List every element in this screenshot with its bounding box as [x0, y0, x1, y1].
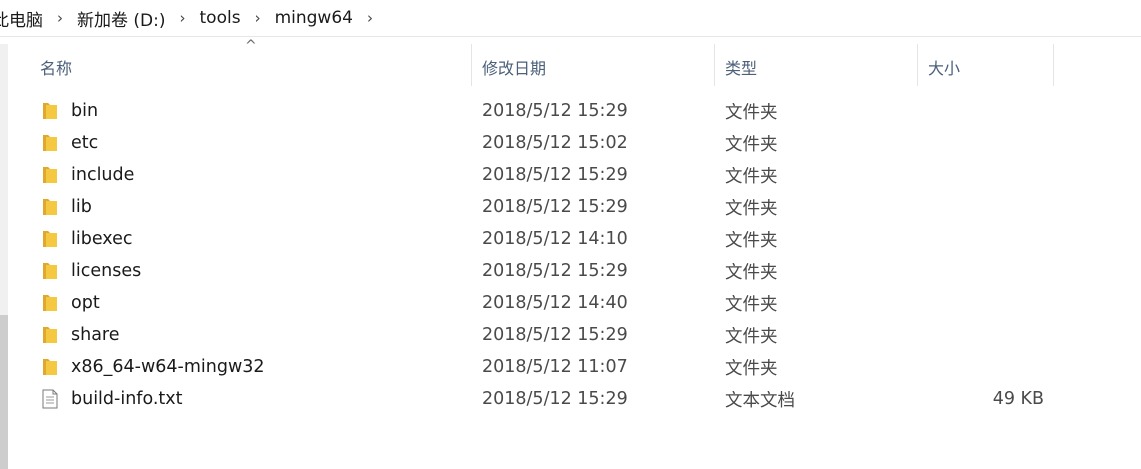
file-date: 2018/5/12 15:02 [482, 133, 628, 153]
file-size [918, 95, 1044, 127]
file-type: 文件夹 [725, 326, 778, 347]
file-type: 文件夹 [725, 102, 778, 123]
breadcrumb-item-drive-d[interactable]: 新加卷 (D:) [71, 6, 172, 31]
vertical-scrollbar-thumb[interactable] [0, 315, 8, 469]
folder-icon [20, 191, 71, 223]
file-row[interactable]: lib 2018/5/12 15:29 文件夹 [20, 191, 1120, 223]
file-type: 文件夹 [725, 262, 778, 283]
file-list: bin 2018/5/12 15:29 文件夹 etc 2018/5/12 15:02 文… [20, 95, 1120, 415]
file-size [918, 127, 1044, 159]
file-name: etc [71, 133, 99, 153]
file-size [918, 351, 1044, 383]
file-name: licenses [71, 261, 142, 281]
file-date: 2018/5/12 14:40 [482, 293, 628, 313]
file-size [918, 223, 1044, 255]
file-row[interactable]: include 2018/5/12 15:29 文件夹 [20, 159, 1120, 191]
column-header-date[interactable]: 修改日期 [482, 44, 546, 90]
file-type: 文件夹 [725, 230, 778, 251]
column-header-name[interactable]: 名称 [40, 44, 72, 90]
file-name-cell[interactable]: lib [20, 191, 92, 223]
folder-icon [20, 351, 71, 383]
vertical-scrollbar-track[interactable] [0, 44, 8, 469]
folder-icon [20, 319, 71, 351]
column-divider[interactable] [917, 44, 918, 86]
file-date: 2018/5/12 14:10 [482, 229, 628, 249]
file-date: 2018/5/12 15:29 [482, 261, 628, 281]
file-row[interactable]: libexec 2018/5/12 14:10 文件夹 [20, 223, 1120, 255]
file-name-cell[interactable]: build-info.txt [20, 383, 183, 415]
folder-icon [20, 223, 71, 255]
breadcrumb-item-mingw64[interactable]: mingw64 [269, 8, 359, 28]
file-name-cell[interactable]: bin [20, 95, 98, 127]
file-type: 文件夹 [725, 134, 778, 155]
folder-icon [20, 95, 71, 127]
column-header-row: ^ 名称 修改日期 类型 大小 [20, 38, 1120, 90]
file-row[interactable]: etc 2018/5/12 15:02 文件夹 [20, 127, 1120, 159]
file-row[interactable]: build-info.txt 2018/5/12 15:29 文本文档 49 KB [20, 383, 1120, 415]
column-header-name-label: 名称 [40, 59, 73, 78]
file-date: 2018/5/12 15:29 [482, 197, 628, 217]
file-row[interactable]: x86_64-w64-mingw32 2018/5/12 11:07 文件夹 [20, 351, 1120, 383]
folder-icon [20, 127, 71, 159]
file-row[interactable]: bin 2018/5/12 15:29 文件夹 [20, 95, 1120, 127]
file-row[interactable]: opt 2018/5/12 14:40 文件夹 [20, 287, 1120, 319]
breadcrumb-item-this-pc[interactable]: 此电脑 [0, 6, 49, 31]
chevron-right-icon[interactable]: › [359, 9, 381, 27]
file-name: opt [71, 293, 100, 313]
file-date: 2018/5/12 15:29 [482, 389, 628, 409]
file-name: x86_64-w64-mingw32 [71, 357, 265, 377]
file-type: 文件夹 [725, 198, 778, 219]
file-size [918, 319, 1044, 351]
folder-icon [20, 255, 71, 287]
column-header-size[interactable]: 大小 [928, 44, 960, 90]
file-name: libexec [71, 229, 133, 249]
column-header-date-label: 修改日期 [482, 59, 547, 78]
file-date: 2018/5/12 15:29 [482, 165, 628, 185]
file-name-cell[interactable]: licenses [20, 255, 141, 287]
file-type: 文件夹 [725, 358, 778, 379]
address-bar[interactable]: 此电脑 › 新加卷 (D:) › tools › mingw64 › [0, 0, 1141, 37]
column-header-type-label: 类型 [725, 59, 758, 78]
file-name-cell[interactable]: etc [20, 127, 98, 159]
column-header-size-label: 大小 [928, 59, 961, 78]
file-size [918, 287, 1044, 319]
folder-icon [20, 287, 71, 319]
file-type: 文件夹 [725, 294, 778, 315]
file-name: include [71, 165, 135, 185]
file-date: 2018/5/12 11:07 [482, 357, 628, 377]
file-size: 49 KB [992, 389, 1044, 409]
file-explorer-window: 此电脑 › 新加卷 (D:) › tools › mingw64 › ^ 名称 … [0, 0, 1141, 469]
file-size [918, 255, 1044, 287]
file-name-cell[interactable]: include [20, 159, 134, 191]
file-row[interactable]: licenses 2018/5/12 15:29 文件夹 [20, 255, 1120, 287]
breadcrumb: 此电脑 › 新加卷 (D:) › tools › mingw64 › [0, 4, 381, 32]
file-size [918, 191, 1044, 223]
column-divider[interactable] [714, 44, 715, 86]
file-date: 2018/5/12 15:29 [482, 101, 628, 121]
folder-icon [20, 159, 71, 191]
chevron-right-icon[interactable]: › [247, 9, 269, 27]
file-type: 文本文档 [725, 390, 795, 411]
file-name: bin [71, 101, 99, 121]
file-name-cell[interactable]: share [20, 319, 120, 351]
file-date: 2018/5/12 15:29 [482, 325, 628, 345]
file-type: 文件夹 [725, 166, 778, 187]
chevron-right-icon[interactable]: › [172, 9, 194, 27]
text-file-icon [20, 383, 71, 415]
column-divider[interactable] [1053, 44, 1054, 86]
file-name: lib [71, 197, 92, 217]
file-size [918, 159, 1044, 191]
column-header-type[interactable]: 类型 [725, 44, 757, 90]
file-name-cell[interactable]: x86_64-w64-mingw32 [20, 351, 265, 383]
file-name: build-info.txt [71, 389, 183, 409]
chevron-right-icon[interactable]: › [49, 9, 71, 27]
breadcrumb-item-tools[interactable]: tools [194, 8, 247, 28]
file-name-cell[interactable]: opt [20, 287, 100, 319]
file-name-cell[interactable]: libexec [20, 223, 133, 255]
file-name: share [71, 325, 120, 345]
column-divider[interactable] [471, 44, 472, 86]
sort-ascending-icon: ^ [245, 38, 257, 54]
file-row[interactable]: share 2018/5/12 15:29 文件夹 [20, 319, 1120, 351]
